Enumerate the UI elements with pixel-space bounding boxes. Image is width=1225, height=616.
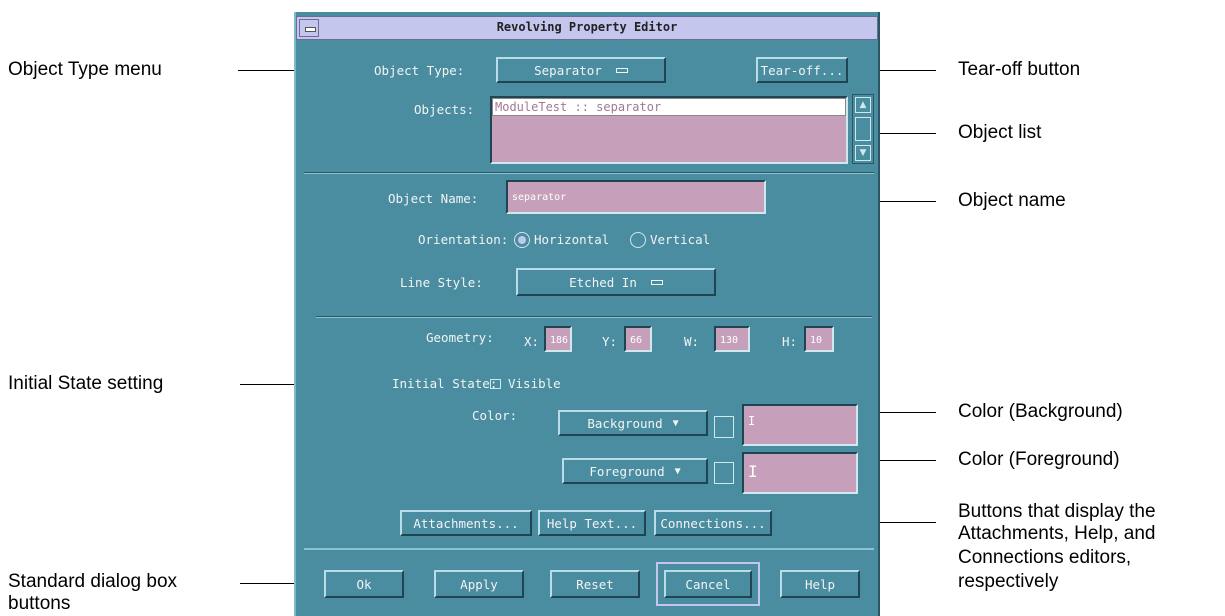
foreground-color-field[interactable]: I [742,452,858,494]
geometry-x-field[interactable]: 186 [544,326,572,352]
object-name-label: Object Name: [388,191,479,206]
object-type-value: Separator [534,62,602,78]
objects-list[interactable]: ModuleTest :: separator [490,96,848,164]
triangle-down-icon: ▼ [672,417,679,429]
tear-off-button[interactable]: Tear-off... [756,57,848,83]
background-color-swatch [714,416,734,438]
geometry-y-label: Y: [602,334,618,349]
line-style-menu[interactable]: Etched In [516,268,716,296]
initial-state-label: Initial State: [392,376,498,391]
callout-standard-buttons-1: Standard dialog box [8,571,178,592]
callout-standard-buttons-2: buttons [8,593,71,614]
apply-button[interactable]: Apply [434,570,524,598]
orientation-label: Orientation: [418,232,509,247]
divider-middle [316,316,872,318]
geometry-w-field[interactable]: 130 [714,326,750,352]
background-color-field[interactable]: I [742,404,858,446]
foreground-color-swatch [714,462,734,484]
geometry-h-label: H: [782,334,798,349]
dialog-button-bar: Ok Apply Reset Cancel Help [304,548,874,610]
orientation-horizontal-radio[interactable] [514,232,530,248]
background-button-label: Background [587,415,663,431]
scroll-up-icon[interactable]: ▲ [855,97,871,113]
callout-editors-2: Attachments, Help, and [958,523,1156,544]
help-text-button[interactable]: Help Text... [538,510,646,536]
object-type-menu[interactable]: Separator [496,57,666,83]
callout-editors-3: Connections editors, [958,547,1132,568]
object-name-field[interactable]: separator [506,180,766,214]
geometry-w-label: W: [684,334,700,349]
option-menu-icon [615,67,628,73]
connections-button[interactable]: Connections... [654,510,772,536]
object-type-label: Object Type: [374,63,465,78]
help-button[interactable]: Help [780,570,860,598]
scroll-down-icon[interactable]: ▼ [855,145,871,161]
callout-editors-1: Buttons that display the [958,501,1156,522]
line-style-label: Line Style: [400,275,483,290]
callout-color-background: Color (Background) [958,401,1123,422]
callout-editors-4: respectively [958,571,1059,592]
triangle-down-icon: ▼ [674,465,681,477]
window-title: Revolving Property Editor [496,20,678,34]
title-bar[interactable]: Revolving Property Editor [296,16,878,40]
orientation-vertical-radio[interactable] [630,232,646,248]
line-style-value: Etched In [569,274,637,290]
callout-object-name: Object name [958,190,1066,211]
callout-object-list: Object list [958,122,1042,143]
callout-color-foreground: Color (Foreground) [958,449,1120,470]
callout-tear-off: Tear-off button [958,59,1081,80]
foreground-color-button[interactable]: Foreground ▼ [562,458,708,484]
foreground-button-label: Foreground [589,463,665,479]
callout-initial-state: Initial State setting [8,373,164,394]
attachments-button[interactable]: Attachments... [400,510,532,536]
reset-button[interactable]: Reset [550,570,640,598]
property-editor-window: Revolving Property Editor Object Type: S… [294,12,880,616]
orientation-horizontal-label: Horizontal [534,232,610,247]
orientation-vertical-label: Vertical [650,232,711,247]
color-label: Color: [472,408,518,423]
geometry-label: Geometry: [426,330,494,345]
callout-object-type-menu: Object Type menu [8,59,162,80]
objects-scrollbar[interactable]: ▲ ▼ [852,94,874,164]
geometry-x-label: X: [524,334,540,349]
geometry-h-field[interactable]: 10 [804,326,834,352]
divider-top [304,172,874,174]
cancel-button[interactable]: Cancel [664,570,752,598]
background-color-button[interactable]: Background ▼ [558,410,708,436]
visible-label: Visible [508,376,561,391]
objects-list-item[interactable]: ModuleTest :: separator [492,98,846,116]
option-menu-icon [650,279,663,285]
ok-button[interactable]: Ok [324,570,404,598]
scroll-thumb[interactable] [855,117,871,141]
geometry-y-field[interactable]: 66 [624,326,652,352]
visible-checkbox[interactable] [490,379,501,389]
objects-label: Objects: [414,102,475,117]
